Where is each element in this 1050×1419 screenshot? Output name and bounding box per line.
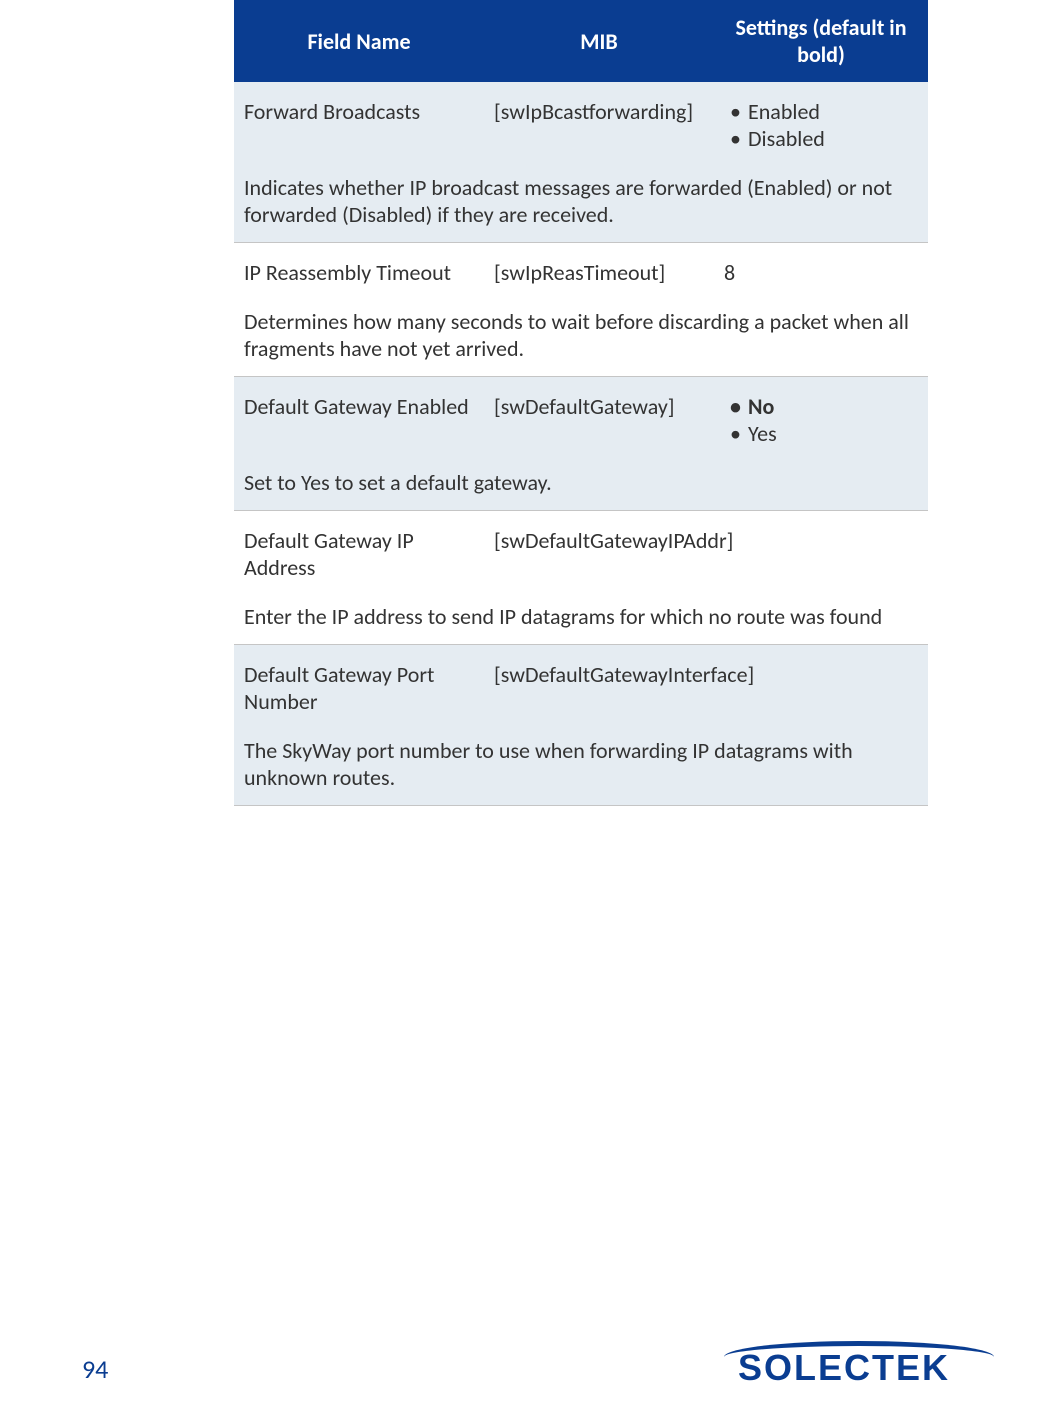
cell-settings: EnabledDisabled: [714, 90, 928, 160]
cell-settings: [714, 653, 928, 669]
cell-field-name: IP Reassembly Timeout: [234, 251, 484, 294]
row-description: Indicates whether IP broadcast messages …: [234, 160, 928, 242]
cell-mib: [swIpBcastforwarding]: [484, 90, 714, 133]
settings-list: EnabledDisabled: [724, 98, 918, 152]
row-description: Enter the IP address to send IP datagram…: [234, 589, 928, 644]
row-description: The SkyWay port number to use when forwa…: [234, 723, 928, 805]
table-row-top: Default Gateway Enabled[swDefaultGateway…: [234, 377, 928, 455]
table-row-top: IP Reassembly Timeout[swIpReasTimeout]8: [234, 243, 928, 294]
brand-text: SOLECTEK: [738, 1347, 950, 1389]
cell-mib: [swDefaultGatewayIPAddr]: [484, 519, 714, 562]
table-container: Field Name MIB Settings (default in bold…: [234, 0, 928, 806]
page-number: 94: [82, 1353, 108, 1385]
header-settings: Settings (default in bold): [714, 10, 928, 72]
table-row: Default Gateway IP Address[swDefaultGate…: [234, 511, 928, 645]
settings-item: Enabled: [730, 98, 918, 125]
cell-field-name: Default Gateway Port Number: [234, 653, 484, 723]
table-row-top: Forward Broadcasts[swIpBcastforwarding]E…: [234, 82, 928, 160]
table-row: Default Gateway Enabled[swDefaultGateway…: [234, 377, 928, 511]
table-row: Forward Broadcasts[swIpBcastforwarding]E…: [234, 82, 928, 243]
header-field-name: Field Name: [234, 10, 484, 72]
table-row: IP Reassembly Timeout[swIpReasTimeout]8D…: [234, 243, 928, 377]
header-mib: MIB: [484, 10, 714, 72]
table-header: Field Name MIB Settings (default in bold…: [234, 0, 928, 82]
cell-settings: NoYes: [714, 385, 928, 455]
table-row-top: Default Gateway Port Number[swDefaultGat…: [234, 645, 928, 723]
settings-item: Disabled: [730, 125, 918, 152]
settings-item: No: [730, 393, 918, 420]
row-description: Set to Yes to set a default gateway.: [234, 455, 928, 510]
settings-item: Yes: [730, 420, 918, 447]
cell-settings: [714, 519, 928, 535]
cell-field-name: Default Gateway Enabled: [234, 385, 484, 428]
table-row-top: Default Gateway IP Address[swDefaultGate…: [234, 511, 928, 589]
table-row: Default Gateway Port Number[swDefaultGat…: [234, 645, 928, 806]
cell-mib: [swDefaultGatewayInterface]: [484, 653, 714, 696]
cell-field-name: Forward Broadcasts: [234, 90, 484, 133]
cell-field-name: Default Gateway IP Address: [234, 519, 484, 589]
cell-settings: 8: [714, 251, 928, 294]
brand-logo: SOLECTEK: [738, 1347, 950, 1389]
cell-mib: [swIpReasTimeout]: [484, 251, 714, 294]
row-description: Determines how many seconds to wait befo…: [234, 294, 928, 376]
settings-list: NoYes: [724, 393, 918, 447]
cell-mib: [swDefaultGateway]: [484, 385, 714, 428]
